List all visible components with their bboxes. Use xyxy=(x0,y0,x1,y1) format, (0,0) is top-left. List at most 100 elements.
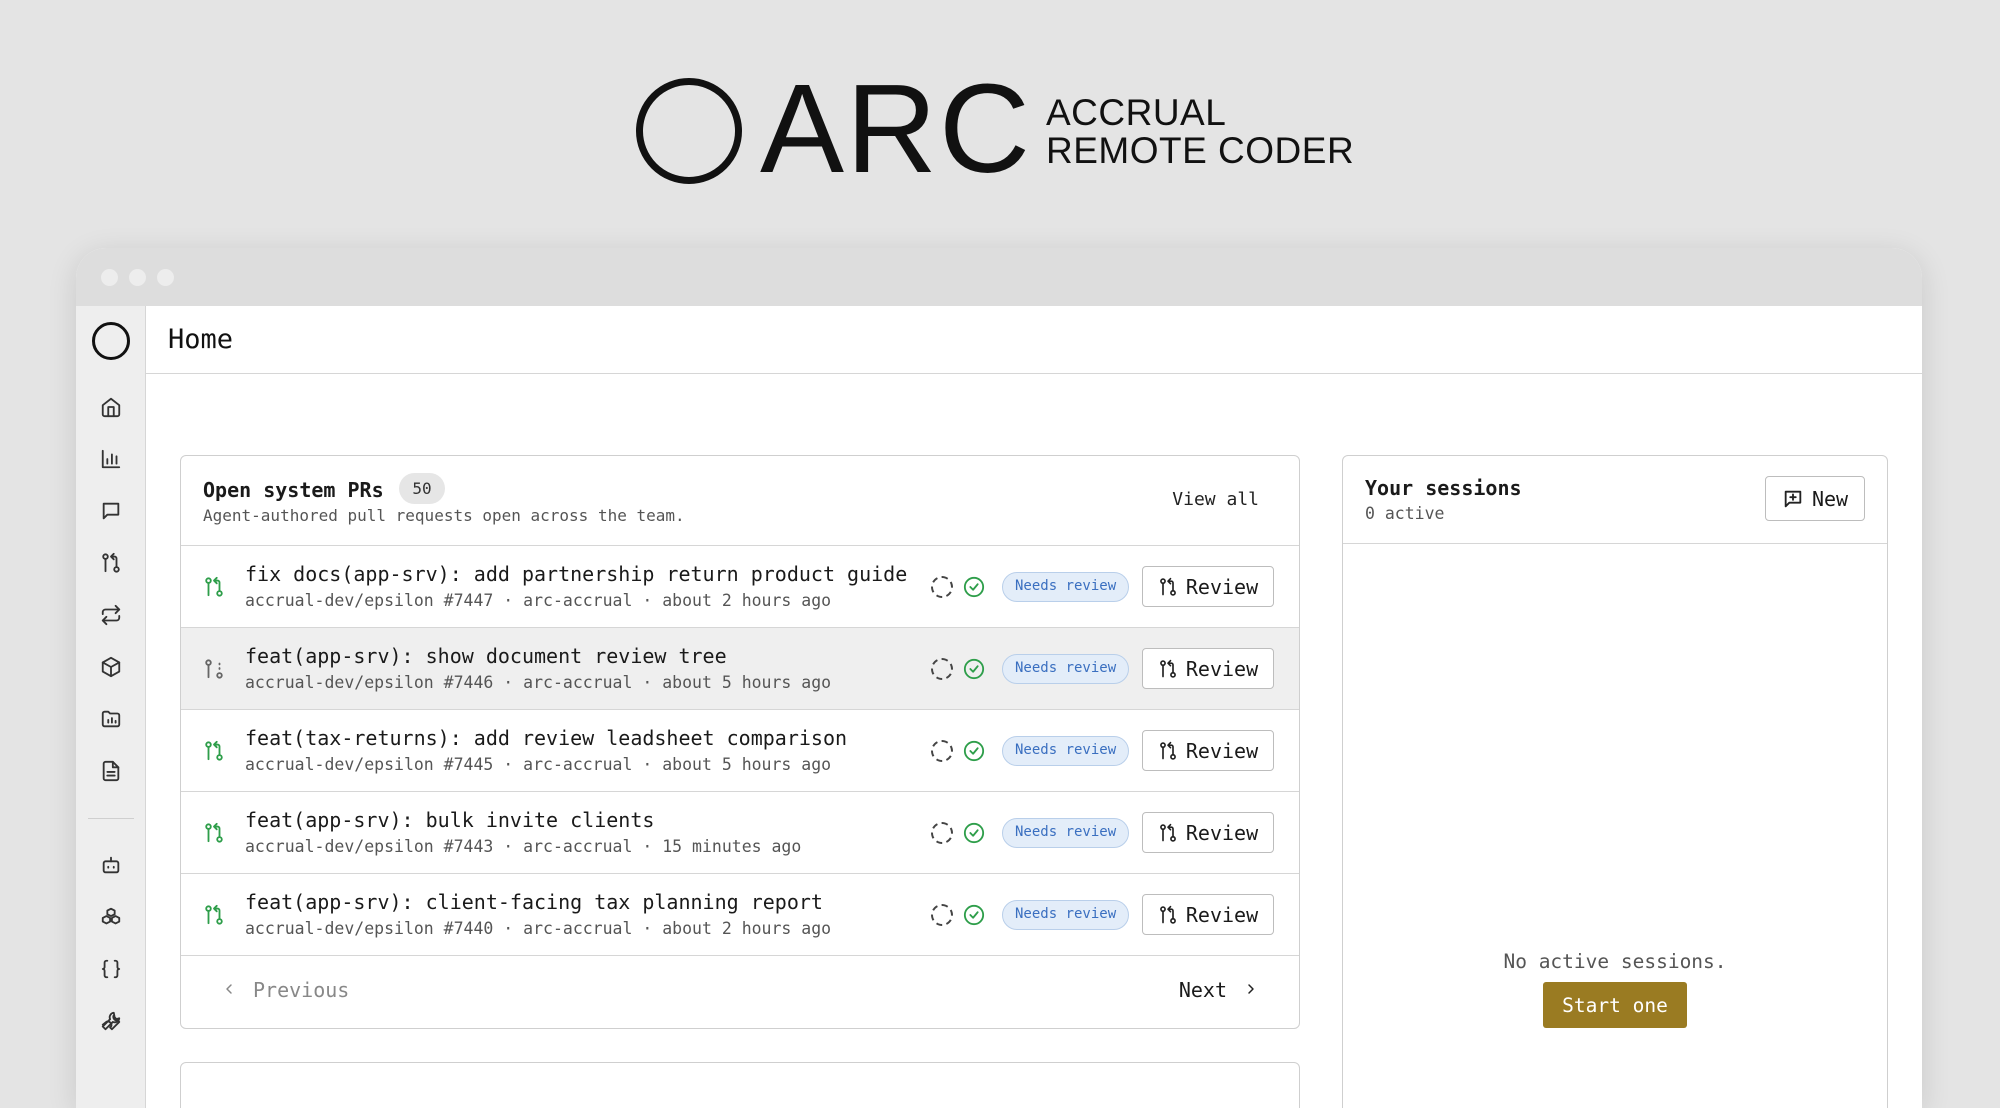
git-pull-request-icon xyxy=(1159,741,1176,760)
git-pull-request-draft-icon xyxy=(203,658,227,682)
pr-title[interactable]: feat(app-srv): bulk invite clients xyxy=(245,808,654,832)
brand-name: ARC xyxy=(760,58,1033,199)
page-title: Home xyxy=(168,324,234,355)
review-button-label: Review xyxy=(1185,820,1259,845)
git-pull-request-icon xyxy=(1159,659,1176,678)
needs-review-badge: Needs review xyxy=(1002,818,1130,848)
pr-row[interactable]: feat(app-srv): client-facing tax plannin… xyxy=(181,874,1299,956)
needs-review-badge: Needs review xyxy=(1002,736,1130,766)
review-button-label: Review xyxy=(1185,902,1259,927)
open-prs-title: Open system PRs xyxy=(203,478,384,502)
git-pull-request-icon xyxy=(203,576,227,600)
arc-logo-ring-icon xyxy=(636,78,742,184)
pr-row[interactable]: feat(app-srv): show document review tree… xyxy=(181,628,1299,710)
pr-title[interactable]: feat(app-srv): show document review tree xyxy=(245,644,727,668)
review-button[interactable]: Review xyxy=(1142,812,1274,853)
review-button-label: Review xyxy=(1185,574,1259,599)
check-circle-icon xyxy=(963,904,985,926)
pr-meta: accrual-dev/epsilon #7440 · arc-accrual … xyxy=(245,919,832,938)
git-pull-request-icon xyxy=(203,740,227,764)
folder-chart-icon[interactable] xyxy=(98,706,124,732)
message-plus-icon xyxy=(1784,490,1802,507)
check-circle-icon xyxy=(963,658,985,680)
review-button-label: Review xyxy=(1185,738,1259,763)
review-button[interactable]: Review xyxy=(1142,566,1274,607)
bot-icon[interactable] xyxy=(98,852,124,878)
review-button[interactable]: Review xyxy=(1142,894,1274,935)
page-header: Home xyxy=(146,306,1922,374)
app-window: Home Open system PRs 50 Agent-authored p… xyxy=(76,248,1922,1108)
next-page-button[interactable]: Next xyxy=(1179,978,1259,1002)
brand-subtitle-line1: ACCRUAL xyxy=(1046,92,1227,133)
pr-meta: accrual-dev/epsilon #7443 · arc-accrual … xyxy=(245,837,802,856)
sessions-title: Your sessions xyxy=(1365,476,1522,500)
chevron-left-icon xyxy=(221,978,237,1002)
chevron-right-icon xyxy=(1243,978,1259,1002)
pr-count-badge: 50 xyxy=(399,473,445,504)
pending-status-icon xyxy=(931,658,953,680)
package-icon[interactable] xyxy=(98,654,124,680)
previous-label: Previous xyxy=(253,978,350,1002)
next-label: Next xyxy=(1178,978,1227,1002)
sessions-empty-text: No active sessions. xyxy=(1503,950,1727,973)
sidebar xyxy=(76,306,146,1108)
pr-row[interactable]: fix docs(app-srv): add partnership retur… xyxy=(181,546,1299,628)
pr-row[interactable]: feat(tax-returns): add review leadsheet … xyxy=(181,710,1299,792)
needs-review-badge: Needs review xyxy=(1002,900,1130,930)
pr-title[interactable]: feat(tax-returns): add review leadsheet … xyxy=(245,726,847,750)
braces-icon[interactable] xyxy=(98,956,124,982)
new-session-button[interactable]: New xyxy=(1765,476,1865,521)
secondary-card xyxy=(180,1062,1300,1108)
pr-meta: accrual-dev/epsilon #7447 · arc-accrual … xyxy=(245,591,832,610)
review-button[interactable]: Review xyxy=(1142,648,1274,689)
pending-status-icon xyxy=(931,904,953,926)
pending-status-icon xyxy=(931,740,953,762)
previous-page-button[interactable]: Previous xyxy=(221,978,349,1002)
needs-review-badge: Needs review xyxy=(1002,572,1130,602)
review-button[interactable]: Review xyxy=(1142,730,1274,771)
start-session-button[interactable]: Start one xyxy=(1543,982,1687,1028)
git-pull-request-icon[interactable] xyxy=(98,550,124,576)
pr-title[interactable]: feat(app-srv): client-facing tax plannin… xyxy=(245,890,823,914)
message-icon[interactable] xyxy=(98,498,124,524)
needs-review-badge: Needs review xyxy=(1002,654,1130,684)
review-button-label: Review xyxy=(1185,656,1259,681)
check-circle-icon xyxy=(963,822,985,844)
wrench-icon[interactable] xyxy=(98,1008,124,1034)
pr-row[interactable]: feat(app-srv): bulk invite clients accru… xyxy=(181,792,1299,874)
pr-meta: accrual-dev/epsilon #7446 · arc-accrual … xyxy=(245,673,832,692)
git-pull-request-icon xyxy=(1159,905,1176,924)
repeat-icon[interactable] xyxy=(98,602,124,628)
bar-chart-icon[interactable] xyxy=(98,446,124,472)
boxes-icon[interactable] xyxy=(98,904,124,930)
pending-status-icon xyxy=(931,576,953,598)
main-content: Open system PRs 50 Agent-authored pull r… xyxy=(146,374,1922,1108)
window-titlebar xyxy=(76,248,1922,306)
check-circle-icon xyxy=(963,740,985,762)
pr-meta: accrual-dev/epsilon #7445 · arc-accrual … xyxy=(245,755,832,774)
new-session-label: New xyxy=(1811,486,1849,511)
git-pull-request-icon xyxy=(1159,823,1176,842)
window-close-dot[interactable] xyxy=(101,269,118,286)
file-text-icon[interactable] xyxy=(98,758,124,784)
open-prs-header: Open system PRs 50 Agent-authored pull r… xyxy=(181,456,1299,546)
hero-banner: ARC ACCRUAL REMOTE CODER xyxy=(0,0,2000,240)
brand-subtitle-line2: REMOTE CODER xyxy=(1046,130,1355,171)
check-circle-icon xyxy=(963,576,985,598)
sessions-card: Your sessions 0 active New No active ses… xyxy=(1342,455,1888,1108)
window-maximize-dot[interactable] xyxy=(157,269,174,286)
git-pull-request-icon xyxy=(203,904,227,928)
sidebar-divider xyxy=(88,818,134,819)
window-minimize-dot[interactable] xyxy=(129,269,146,286)
open-prs-card: Open system PRs 50 Agent-authored pull r… xyxy=(180,455,1300,1029)
git-pull-request-icon xyxy=(203,822,227,846)
view-all-link[interactable]: View all xyxy=(1172,489,1259,510)
pr-title[interactable]: fix docs(app-srv): add partnership retur… xyxy=(245,562,907,586)
pagination: Previous Next xyxy=(181,956,1299,1028)
sessions-header: Your sessions 0 active New xyxy=(1343,456,1887,544)
git-pull-request-icon xyxy=(1159,577,1176,596)
open-prs-subtitle: Agent-authored pull requests open across… xyxy=(203,506,685,525)
arc-logo-icon[interactable] xyxy=(92,322,130,360)
sessions-active-count: 0 active xyxy=(1365,504,1445,523)
home-icon[interactable] xyxy=(98,394,124,420)
